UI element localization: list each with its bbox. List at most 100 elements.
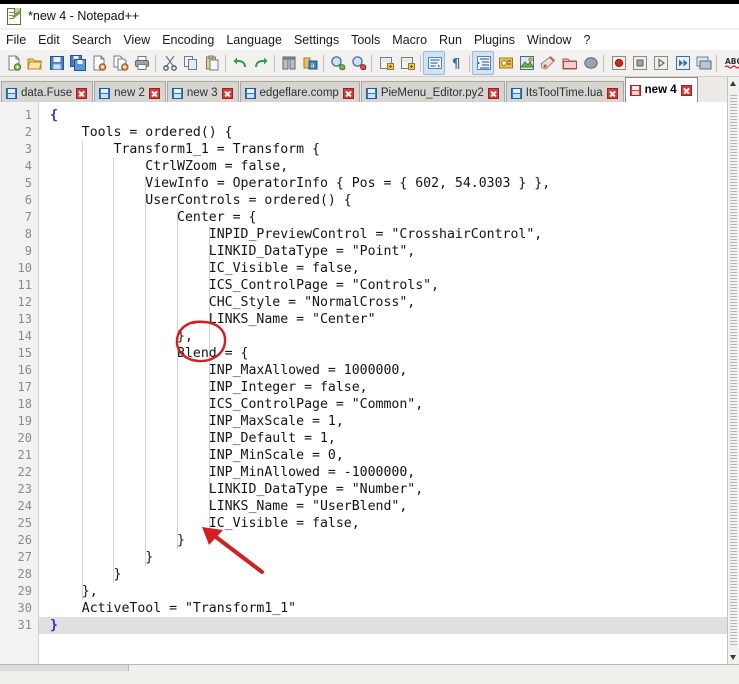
toolbar-stop-macro-icon[interactable] [628,51,649,75]
saved-document-icon [171,87,183,99]
code-line: INP_MaxAllowed = 1000000, [50,363,408,378]
toolbar-sync-horizontal-icon[interactable] [396,51,417,75]
line-number: 7 [24,210,32,224]
code-line: INP_Default = 1, [50,431,336,446]
toolbar-zoom-out-icon[interactable] [347,51,368,75]
toolbar-close-file-icon[interactable] [87,51,108,75]
toolbar-run-macro-multiple-icon[interactable] [671,51,692,75]
code-line: CHC_Style = "NormalCross", [50,295,416,310]
line-number: 5 [24,176,32,190]
scroll-up-arrow-icon[interactable] [730,81,736,86]
toolbar-copy-icon[interactable] [179,51,200,75]
toolbar-undo-icon[interactable] [228,51,249,75]
scroll-down-arrow-icon[interactable] [730,655,736,660]
tab-piemenu-editor-py2[interactable]: PieMenu_Editor.py2 [360,81,505,104]
unsaved-document-icon [629,84,641,96]
code-line: INP_MinScale = 0, [50,448,344,463]
menu-item--[interactable]: ? [577,31,596,49]
editor-area[interactable]: 1 2 3 4 5 6 7 8 9 10 11 12 13 14 15 16 17 18 19 20 21 22 23 24 2… [0,102,739,664]
toolbar-save-macro-icon[interactable] [692,51,713,75]
tab-edgeflare-comp[interactable]: edgeflare.comp [239,81,360,104]
tab-close-icon[interactable] [606,87,618,99]
toolbar-indent-guide-icon[interactable] [472,51,494,75]
menu-item-macro[interactable]: Macro [386,31,433,49]
code-line: UserControls = ordered() { [50,193,352,208]
code-line: ViewInfo = OperatorInfo { Pos = { 602, 5… [50,176,551,191]
toolbar-print-icon[interactable] [130,51,151,75]
toolbar-cut-icon[interactable] [158,51,179,75]
code-line: ICS_ControlPage = "Controls", [50,278,440,293]
line-number: 23 [17,482,32,496]
tab-itstooltime-lua[interactable]: ItsToolTime.lua [505,81,624,104]
tab-close-icon[interactable] [148,87,160,99]
line-number: 8 [24,227,32,241]
toolbar-separator [600,53,606,73]
line-number: 9 [24,244,32,258]
tab-close-icon[interactable] [487,87,499,99]
toolbar-replace-icon[interactable]: a [298,51,319,75]
toolbar-play-macro-icon[interactable] [649,51,670,75]
line-number-gutter: 1 2 3 4 5 6 7 8 9 10 11 12 13 14 15 16 17 18 19 20 21 22 23 24 2… [0,102,39,664]
toolbar-uppercase-icon[interactable] [494,51,515,75]
menu-item-tools[interactable]: Tools [345,31,386,49]
line-number: 10 [17,261,32,275]
code-line: INP_Integer = false, [50,380,368,395]
menu-item-plugins[interactable]: Plugins [468,31,521,49]
toolbar-spell-check-icon[interactable]: ABC [720,51,739,75]
saved-document-icon [510,87,522,99]
toolbar-word-wrap-icon[interactable] [423,51,445,75]
tab-close-icon[interactable] [680,84,692,96]
toolbar-redo-icon[interactable] [249,51,270,75]
toolbar-close-all-icon[interactable] [109,51,130,75]
line-number: 11 [17,278,32,292]
line-number: 30 [17,601,32,615]
code-line: } [50,618,58,633]
dock-grip-handle[interactable] [730,95,737,646]
menu-item-window[interactable]: Window [521,31,577,49]
toolbar-save-icon[interactable] [45,51,66,75]
code-line: IC_Visible = false, [50,261,360,276]
menu-item-search[interactable]: Search [66,31,118,49]
line-number: 14 [17,329,32,343]
code-line: }, [50,584,98,599]
menu-item-view[interactable]: View [117,31,156,49]
toolbar-open-file-icon[interactable] [23,51,44,75]
code-line: Tools = ordered() { [50,125,233,140]
svg-text:ABC: ABC [725,57,739,66]
menu-item-run[interactable]: Run [433,31,468,49]
code-text-area[interactable]: { Tools = ordered() { Transform1_1 = Tra… [39,102,739,664]
toolbar-zoom-in-icon[interactable] [326,51,347,75]
toolbar-sync-vertical-icon[interactable] [375,51,396,75]
notepad-plus-plus-icon [6,8,22,25]
status-bar-text [4,674,304,684]
menu-item-settings[interactable]: Settings [288,31,345,49]
toolbar-show-all-chars-icon[interactable]: ¶ [445,51,466,75]
menu-item-file[interactable]: File [0,31,32,49]
tab-close-icon[interactable] [221,87,233,99]
menu-item-language[interactable]: Language [220,31,288,49]
toolbar-save-all-icon[interactable] [66,51,87,75]
tab-new-4[interactable]: new 4 [624,77,698,102]
tab-new-3[interactable]: new 3 [166,81,239,104]
tab-close-icon[interactable] [342,87,354,99]
toolbar-find-icon[interactable] [277,51,298,75]
toolbar-separator [368,53,374,73]
toolbar-paste-icon[interactable] [200,51,221,75]
menu-item-encoding[interactable]: Encoding [156,31,220,49]
toolbar-record-macro-icon[interactable] [607,51,628,75]
tab-data-fuse[interactable]: data.Fuse [1,81,94,104]
toolbar-user-define-dialog-icon[interactable] [515,51,536,75]
code-line: IC_Visible = false, [50,516,360,531]
toolbar-new-file-icon[interactable] [2,51,23,75]
tab-close-icon[interactable] [76,87,88,99]
right-dock-strip[interactable] [727,77,739,664]
menu-bar: File Edit Search View Encoding Language Settin… [0,30,739,50]
tab-new-2[interactable]: new 2 [94,81,166,104]
line-number: 2 [24,125,32,139]
code-line: } [50,550,154,565]
menu-item-edit[interactable]: Edit [32,31,66,49]
toolbar-separator [222,53,228,73]
toolbar-document-map-icon[interactable] [579,51,600,75]
toolbar-function-list-icon[interactable] [536,51,557,75]
toolbar-folder-workspace-icon[interactable] [558,51,579,75]
